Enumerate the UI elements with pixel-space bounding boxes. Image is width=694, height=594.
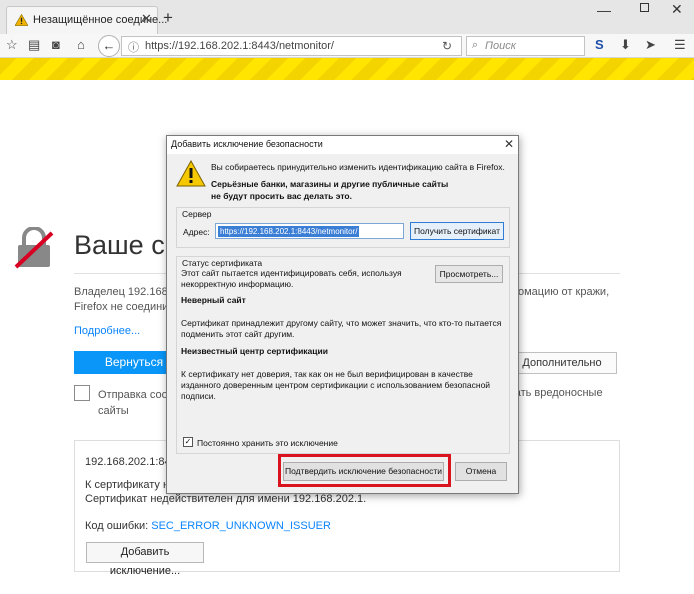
- wrong-site-text: Сертификат принадлежит другому сайту, чт…: [181, 318, 502, 339]
- search-icon: ⌕: [472, 39, 479, 51]
- report-checkbox[interactable]: [74, 385, 90, 401]
- nav-bar: ☆ ▤ ◙ ⌂ ← ⓘ https://192.168.202.1:8443/n…: [0, 34, 694, 58]
- back-button[interactable]: ←: [98, 35, 120, 57]
- info-icon[interactable]: ⓘ: [128, 39, 139, 55]
- add-security-exception-dialog: Добавить исключение безопасности ✕ Вы со…: [166, 135, 519, 494]
- download-icon[interactable]: ⬇: [620, 37, 631, 53]
- get-certificate-button[interactable]: Получить сертификат: [410, 222, 504, 240]
- library-icon[interactable]: ▤: [28, 37, 40, 53]
- page-title: Ваше со: [74, 230, 181, 260]
- tab-bar: Незащищённое соедине... ✕ + — ✕: [0, 0, 694, 34]
- status-intro: Этот сайт пытается идентифицировать себя…: [181, 268, 402, 289]
- browser-tab[interactable]: Незащищённое соедине... ✕: [6, 6, 167, 34]
- extension-icon[interactable]: S: [595, 37, 604, 53]
- add-exception-button[interactable]: Добавить исключение...: [86, 542, 204, 577]
- server-group: Сервер Адрес: https://192.168.202.1:8443…: [176, 207, 510, 248]
- view-certificate-button[interactable]: Просмотреть...: [435, 265, 503, 283]
- warning-text: Вы собираетесь принудительно изменить ид…: [211, 162, 505, 172]
- minimize-icon[interactable]: —: [597, 2, 611, 18]
- details-line-2: Сертификат недействителен для имени 192.…: [85, 493, 367, 505]
- warning-bold-text: Серьёзные банки, магазины и другие публи…: [211, 179, 449, 201]
- window-close-icon[interactable]: ✕: [671, 1, 683, 18]
- warning-stripe: [0, 58, 694, 80]
- certificate-status-group: Статус сертификата Этот сайт пытается ид…: [176, 256, 510, 454]
- server-group-label: Сервер: [182, 209, 212, 219]
- address-value[interactable]: https://192.168.202.1:8443/netmonitor/: [218, 226, 360, 237]
- dialog-close-icon[interactable]: ✕: [504, 137, 514, 151]
- unknown-ca-text: К сертификату нет доверия, так как он не…: [181, 369, 491, 401]
- description-text-right: омацию от кражи,: [518, 286, 610, 298]
- report-label: Отправка сооб сайты: [98, 389, 175, 417]
- send-icon[interactable]: ➤: [645, 37, 656, 53]
- error-code-label: Код ошибки:: [85, 520, 149, 532]
- new-tab-button[interactable]: +: [163, 9, 173, 26]
- wrong-site-heading: Неверный сайт: [181, 295, 246, 305]
- broken-lock-icon: [14, 227, 54, 269]
- status-group-label: Статус сертификата: [182, 258, 263, 268]
- permanent-label: Постоянно хранить это исключение: [197, 438, 338, 448]
- search-bar[interactable]: ⌕ Поиск: [466, 36, 585, 56]
- cancel-button[interactable]: Отмена: [455, 462, 507, 481]
- search-placeholder: Поиск: [485, 40, 516, 52]
- dialog-title: Добавить исключение безопасности: [171, 139, 323, 149]
- menu-icon[interactable]: ☰: [674, 37, 686, 53]
- dialog-titlebar: Добавить исключение безопасности ✕: [167, 136, 518, 154]
- reload-icon[interactable]: ↻: [442, 39, 452, 53]
- unknown-ca-heading: Неизвестный центр сертификации: [181, 346, 328, 356]
- report-label-right: вать вредоносные: [509, 387, 603, 399]
- pocket-icon[interactable]: ◙: [52, 37, 60, 53]
- warning-icon: [15, 14, 28, 26]
- url-text[interactable]: https://192.168.202.1:8443/netmonitor/: [145, 40, 334, 52]
- url-bar[interactable]: ⓘ https://192.168.202.1:8443/netmonitor/…: [121, 36, 462, 56]
- highlight-box: [278, 454, 451, 487]
- learn-more-link[interactable]: Подробнее...: [74, 325, 140, 337]
- error-code-link[interactable]: SEC_ERROR_UNKNOWN_ISSUER: [151, 520, 331, 532]
- maximize-icon[interactable]: [640, 3, 649, 12]
- advanced-button[interactable]: Дополнительно: [507, 352, 617, 374]
- address-label: Адрес:: [183, 227, 210, 237]
- address-input[interactable]: https://192.168.202.1:8443/netmonitor/: [215, 223, 404, 239]
- home-icon[interactable]: ⌂: [77, 37, 85, 53]
- warning-icon: [176, 160, 206, 187]
- close-tab-icon[interactable]: ✕: [141, 11, 152, 27]
- bookmark-star-icon[interactable]: ☆: [6, 37, 18, 53]
- error-code-line: Код ошибки: SEC_ERROR_UNKNOWN_ISSUER: [85, 520, 331, 532]
- permanent-checkbox[interactable]: ✓: [183, 437, 193, 447]
- description-text-2: Firefox не соедини: [74, 301, 169, 313]
- description-text: Владелец 192.168.2: [74, 286, 177, 298]
